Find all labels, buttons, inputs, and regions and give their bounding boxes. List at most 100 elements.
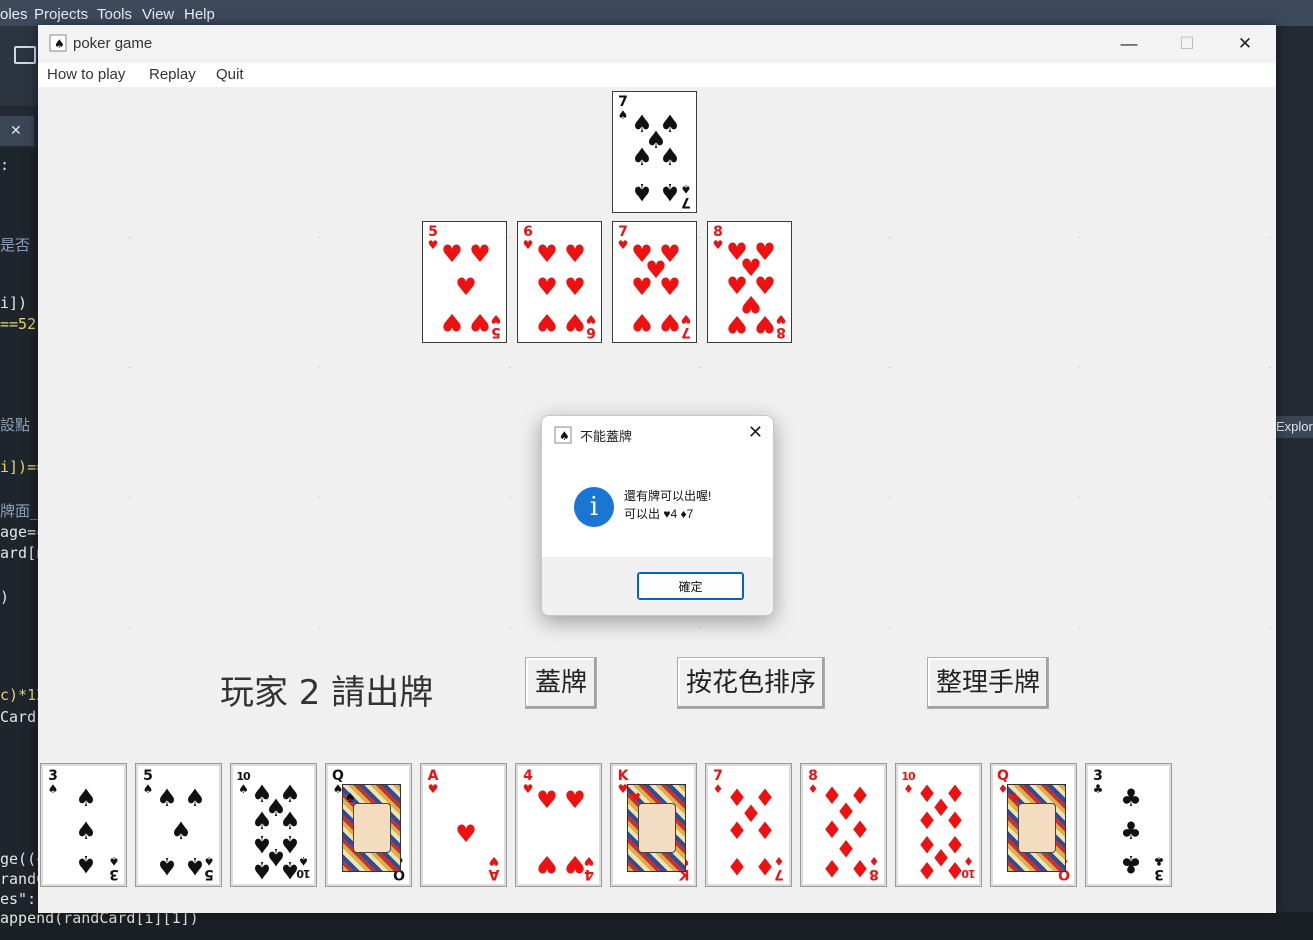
grid-dot bbox=[508, 237, 511, 238]
ide-menu-item-tools[interactable]: Tools bbox=[97, 6, 132, 23]
card-suit-icon: ♠ bbox=[617, 108, 629, 122]
playing-card[interactable]: 10 ♦ 10 ♦ ♦ ♦ ♦ ♦ ♦ ♦ ♦ ♦ ♦ ♦ bbox=[895, 763, 982, 887]
card-pip-icon: ♣ bbox=[1120, 784, 1142, 812]
grid-dot bbox=[508, 367, 511, 368]
grid-dot bbox=[508, 497, 511, 498]
card-pip-icon: ♥ bbox=[536, 240, 558, 268]
title-bar[interactable]: ♠ poker game — ☐ ✕ bbox=[38, 25, 1276, 63]
minimize-button[interactable]: — bbox=[1100, 25, 1158, 63]
cannot-fold-dialog: ♠ 不能蓋牌 ✕ i 還有牌可以出喔! 可以出 ♥4 ♦7 確定 bbox=[541, 415, 774, 616]
ide-editor-tab[interactable]: ✕ bbox=[0, 116, 34, 146]
card-pip-icon: ♦ bbox=[754, 852, 776, 880]
card-suit-icon: ♥ bbox=[617, 238, 629, 252]
grid-dot bbox=[1268, 367, 1271, 368]
playing-card[interactable]: 7 ♦ 7 ♦ ♦ ♦ ♦ ♦ ♦ ♦ ♦ bbox=[705, 763, 792, 887]
grid-dot bbox=[128, 497, 131, 498]
dialog-message: 還有牌可以出喔! 可以出 ♥4 ♦7 bbox=[624, 487, 711, 523]
run-icon[interactable] bbox=[14, 46, 36, 64]
sort-by-suit-button[interactable]: 按花色排序 bbox=[677, 657, 825, 709]
card-corner-index: 4 ♥ bbox=[521, 769, 535, 796]
dialog-close-button[interactable]: ✕ bbox=[748, 422, 763, 443]
close-button[interactable]: ✕ bbox=[1216, 25, 1274, 63]
playing-card[interactable]: 7 ♠ 7 ♠ ♠ ♠ ♠ ♠ ♠ ♠ ♠ bbox=[612, 91, 697, 213]
code-line: ard[n bbox=[0, 544, 40, 562]
card-suit-icon: ♠ bbox=[238, 782, 249, 796]
code-line: 設點 bbox=[0, 416, 31, 434]
playing-card[interactable]: 3 ♣ 3 ♣ ♣ ♣ ♣ bbox=[1085, 763, 1172, 887]
playing-card[interactable]: K♥K♥♥ bbox=[610, 763, 697, 887]
fold-button[interactable]: 蓋牌 bbox=[525, 657, 597, 709]
playing-card[interactable]: Q♦Q♦♦ bbox=[990, 763, 1077, 887]
card-suit-icon: ♦ bbox=[903, 782, 914, 796]
playing-card[interactable]: 5 ♥ 5 ♥ ♥ ♥ ♥ ♥ ♥ bbox=[422, 221, 507, 343]
grid-dot bbox=[1268, 497, 1271, 498]
menu-how-to-play[interactable]: How to play bbox=[47, 66, 125, 83]
card-pip-icon: ♦ bbox=[821, 854, 843, 882]
playing-card[interactable]: 7 ♥ 7 ♥ ♥ ♥ ♥ ♥ ♥ ♥ ♥ bbox=[612, 221, 697, 343]
ide-right-panel: Explor bbox=[1276, 26, 1313, 940]
playing-card[interactable]: 3 ♠ 3 ♠ ♠ ♠ ♠ bbox=[40, 763, 127, 887]
card-pip-icon: ♠ bbox=[279, 856, 301, 884]
card-pip-icon: ♠ bbox=[659, 143, 681, 171]
ide-menu-item-view[interactable]: View bbox=[142, 6, 174, 23]
grid-dot bbox=[1268, 627, 1271, 628]
card-corner-index: 5 ♠ bbox=[141, 769, 155, 796]
ide-code-editor[interactable]: : 是否 i]) ==52: 設點 i])== 牌面_ age=c ard[n) c)*13 Car… bbox=[0, 148, 40, 940]
playing-card[interactable]: 10 ♠ 10 ♠ ♠ ♠ ♠ ♠ ♠ ♠ ♠ ♠ ♠ ♠ bbox=[230, 763, 317, 887]
card-pip-icon: ♥ bbox=[536, 273, 558, 301]
code-line: randC bbox=[0, 870, 40, 888]
code-line: 牌面_ bbox=[0, 502, 40, 520]
card-suit-icon: ♣ bbox=[1153, 854, 1165, 868]
code-line: i]) bbox=[0, 294, 28, 312]
ide-menu-bar: oles Projects Tools View Help bbox=[0, 0, 1313, 26]
code-line: es": bbox=[0, 890, 37, 908]
ide-menu-item-help[interactable]: Help bbox=[184, 6, 215, 23]
grid-dot bbox=[318, 237, 321, 238]
card-pip-icon: ♣ bbox=[1120, 850, 1142, 878]
grid-dot bbox=[698, 627, 701, 628]
close-icon[interactable]: ✕ bbox=[10, 122, 22, 139]
code-line: ge((c bbox=[0, 850, 40, 868]
grid-dot bbox=[888, 367, 891, 368]
menu-quit[interactable]: Quit bbox=[216, 66, 244, 83]
card-pip-icon: ♥ bbox=[455, 820, 477, 848]
card-corner-index: 5 ♥ bbox=[426, 225, 440, 252]
playing-card[interactable]: 5 ♠ 5 ♠ ♠ ♠ ♠ ♠ ♠ bbox=[135, 763, 222, 887]
ide-menu-item-tools-partial[interactable]: oles bbox=[0, 6, 28, 23]
playing-card[interactable]: 6 ♥ 6 ♥ ♥ ♥ ♥ ♥ ♥ ♥ bbox=[517, 221, 602, 343]
card-rank: 3 bbox=[109, 866, 119, 882]
card-pip-icon: ♦ bbox=[849, 854, 871, 882]
grid-dot bbox=[888, 237, 891, 238]
ok-button[interactable]: 確定 bbox=[637, 572, 744, 600]
ide-menu-item-projects[interactable]: Projects bbox=[34, 6, 88, 23]
playing-card[interactable]: Q♠Q♠♠ bbox=[325, 763, 412, 887]
card-corner-index: 10 ♠ bbox=[236, 770, 250, 796]
card-pip-icon: ♥ bbox=[536, 786, 558, 814]
face-card-art: ♠ bbox=[342, 784, 401, 872]
explorer-tab[interactable]: Explor bbox=[1276, 416, 1313, 438]
face-card-art: ♦ bbox=[1007, 784, 1066, 872]
card-corner-index: 7 ♦ bbox=[711, 769, 725, 796]
card-pip-icon: ♠ bbox=[659, 178, 681, 206]
arrange-hand-button[interactable]: 整理手牌 bbox=[927, 657, 1049, 709]
maximize-button[interactable]: ☐ bbox=[1158, 25, 1216, 63]
card-pip-icon: ♦ bbox=[754, 817, 776, 845]
playing-card[interactable]: 8 ♥ 8 ♥ ♥ ♥ ♥ ♥ ♥ ♥ ♥ ♥ bbox=[707, 221, 792, 343]
code-line: i])== bbox=[0, 458, 40, 476]
playing-card[interactable]: A ♥ A ♥ ♥ bbox=[420, 763, 507, 887]
card-pip-icon: ♠ bbox=[156, 852, 178, 880]
card-pip-icon: ♠ bbox=[184, 784, 206, 812]
playing-card[interactable]: 4 ♥ 4 ♥ ♥ ♥ ♥ ♥ bbox=[515, 763, 602, 887]
card-suit-icon: ♦ bbox=[807, 782, 819, 796]
grid-dot bbox=[508, 627, 511, 628]
info-icon: i bbox=[574, 487, 614, 527]
card-corner-index: 7 ♠ bbox=[616, 95, 630, 122]
card-corner-index: 3 ♠ bbox=[46, 769, 60, 796]
card-suit-icon: ♣ bbox=[1092, 782, 1104, 796]
menu-replay[interactable]: Replay bbox=[149, 66, 196, 83]
card-corner-index: 10 ♦ bbox=[901, 770, 915, 796]
card-pip-icon: ♦ bbox=[944, 856, 966, 884]
card-pip-icon: ♥ bbox=[726, 310, 748, 338]
card-pip-icon: ♠ bbox=[170, 817, 192, 845]
playing-card[interactable]: 8 ♦ 8 ♦ ♦ ♦ ♦ ♦ ♦ ♦ ♦ ♦ bbox=[800, 763, 887, 887]
